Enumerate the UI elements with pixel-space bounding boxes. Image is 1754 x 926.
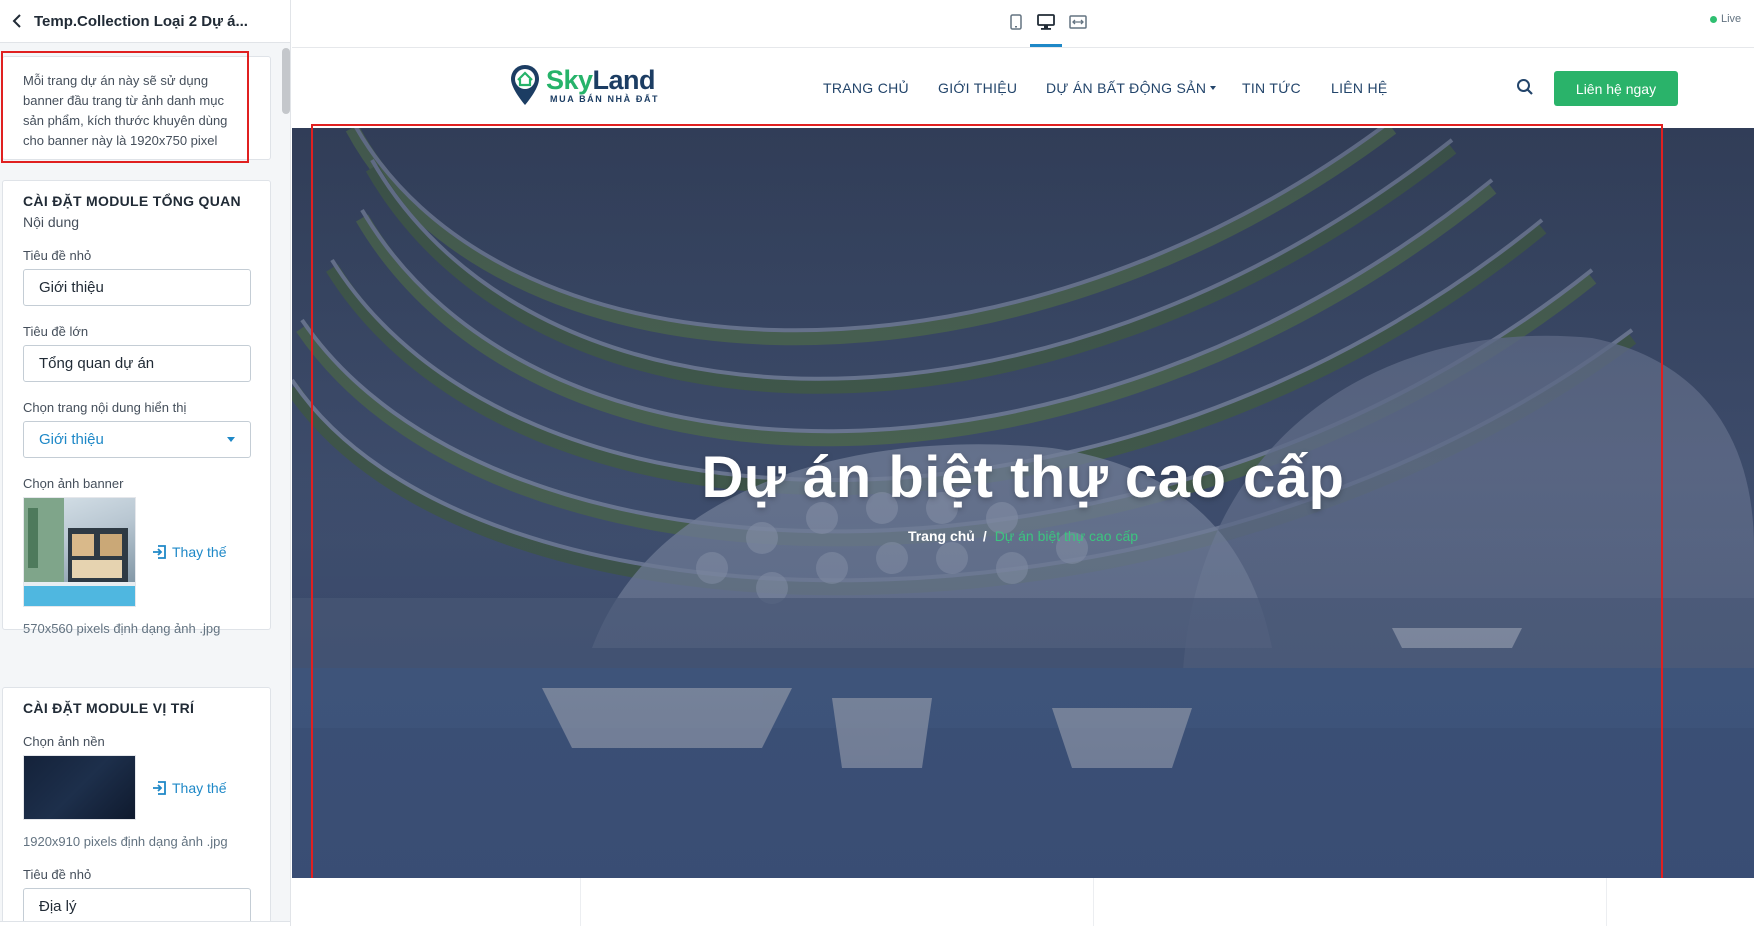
mobile-icon: [1010, 14, 1022, 30]
page-select-value: Giới thiệu: [39, 431, 104, 448]
small-title-input[interactable]: [23, 269, 251, 306]
location-small-title-input[interactable]: [23, 888, 251, 925]
replace-icon: [153, 780, 166, 795]
site-logo[interactable]: SkyLand MUA BÁN NHÀ ĐẤT: [510, 64, 659, 106]
location-small-title-label: Tiêu đề nhỏ: [23, 867, 92, 882]
column-divider: [1093, 878, 1094, 926]
selected-device-indicator: [1030, 44, 1062, 47]
column-divider: [580, 878, 581, 926]
logo-wordmark: SkyLand MUA BÁN NHÀ ĐẤT: [546, 66, 659, 104]
location-pin-house-icon: [511, 65, 539, 105]
fullwidth-icon: [1069, 15, 1087, 29]
page-select-label: Chọn trang nội dung hiển thị: [23, 400, 187, 415]
replace-background-button[interactable]: Thay thế: [152, 780, 226, 796]
logo-text: SkyLand: [546, 66, 659, 94]
logo-tagline: MUA BÁN NHÀ ĐẤT: [550, 94, 660, 104]
nav-about[interactable]: GIỚI THIỆU: [938, 80, 1017, 96]
background-thumbnail[interactable]: [23, 755, 136, 820]
large-title-label: Tiêu đề lớn: [23, 324, 89, 339]
banner-size-hint: 570x560 pixels định dạng ảnh .jpg: [23, 621, 221, 636]
location-module-card: CÀI ĐẶT MODULE VỊ TRÍ Chọn ảnh nền Thay …: [2, 687, 271, 926]
background-size-hint: 1920x910 pixels định dạng ảnh .jpg: [23, 834, 228, 849]
contact-now-button[interactable]: Liên hệ ngay: [1554, 71, 1678, 106]
nav-projects-label: DỰ ÁN BẤT ĐỘNG SẢN: [1046, 80, 1207, 96]
small-title-label: Tiêu đề nhỏ: [23, 248, 92, 263]
bg-row: Thay thế: [23, 755, 250, 820]
villa-image-icon: [24, 498, 135, 606]
fullwidth-view-button[interactable]: [1065, 10, 1091, 34]
search-icon[interactable]: [1516, 78, 1534, 96]
mobile-view-button[interactable]: [1003, 10, 1029, 34]
large-title-input[interactable]: [23, 345, 251, 382]
banner-label: Chọn ảnh banner: [23, 476, 124, 491]
desktop-view-button[interactable]: [1033, 10, 1059, 34]
page-select[interactable]: Giới thiệu: [23, 421, 251, 458]
live-status: Live: [1710, 13, 1741, 25]
hero-highlight-box: [311, 124, 1663, 885]
location-section-title: CÀI ĐẶT MODULE VỊ TRÍ: [23, 700, 195, 716]
column-divider: [1606, 878, 1607, 926]
chevron-left-icon: [12, 14, 21, 28]
caret-down-icon: [227, 437, 235, 442]
panel-scrollbar[interactable]: [282, 48, 290, 114]
logo-sky: Sky: [546, 65, 593, 95]
overview-module-card: CÀI ĐẶT MODULE TỔNG QUAN Nội dung Tiêu đ…: [2, 180, 271, 636]
nav-news[interactable]: TIN TỨC: [1242, 80, 1301, 96]
back-button[interactable]: [4, 0, 30, 43]
nav-home[interactable]: TRANG CHỦ: [823, 80, 909, 96]
banner-thumbnail[interactable]: [23, 497, 136, 607]
replace-banner-label: Thay thế: [172, 544, 227, 560]
overview-section-sub: Nội dung: [23, 214, 80, 230]
desktop-icon: [1037, 14, 1055, 30]
live-label: Live: [1721, 13, 1742, 25]
caret-down-icon: [1210, 86, 1217, 90]
below-hero-section: [292, 878, 1754, 926]
editor-header: Temp.Collection Loại 2 Dự á...: [0, 0, 290, 43]
replace-icon: [153, 545, 166, 559]
replace-background-label: Thay thế: [172, 779, 227, 796]
panel-footer: [0, 921, 290, 926]
editor-title: Temp.Collection Loại 2 Dự á...: [34, 12, 248, 30]
live-dot-icon: [1710, 15, 1717, 23]
logo-land: Land: [592, 65, 656, 95]
overview-section-title: CÀI ĐẶT MODULE TỔNG QUAN: [23, 193, 241, 209]
nav-contact[interactable]: LIÊN HỆ: [1331, 80, 1388, 96]
nav-projects[interactable]: DỰ ÁN BẤT ĐỘNG SẢN: [1046, 80, 1217, 96]
replace-banner-button[interactable]: Thay thế: [152, 544, 226, 560]
note-highlight-box: [1, 51, 249, 163]
bg-image-label: Chọn ảnh nền: [23, 734, 105, 749]
editor-panel: Temp.Collection Loại 2 Dự á... Mỗi trang…: [0, 0, 291, 926]
banner-row: Thay thế: [23, 497, 250, 607]
